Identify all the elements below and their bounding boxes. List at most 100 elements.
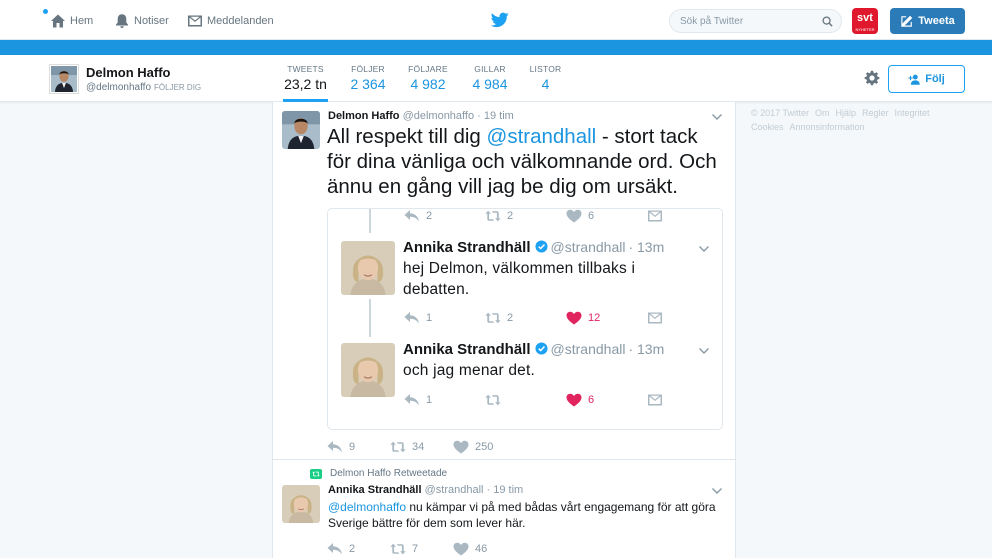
follow-button[interactable]: Följ [888, 65, 965, 93]
quoted-author-handle[interactable]: @strandhall [551, 239, 626, 255]
envelope-icon [647, 393, 663, 407]
profile-handle-line: @delmonhaffo FÖLJER DIG [86, 82, 201, 93]
message-action[interactable] [647, 209, 669, 223]
reply-icon [327, 440, 343, 454]
reply-count: 2 [349, 543, 356, 555]
quoted-author-name[interactable]: Annika Strandhäll [403, 239, 531, 256]
quoted-tweet-text: och jag menar det. [403, 362, 535, 379]
footer-link-cookies[interactable]: Cookies [751, 122, 784, 132]
retweet-action[interactable]: 2 [485, 209, 513, 223]
reply-action[interactable]: 2 [404, 209, 432, 223]
stat-following[interactable]: FÖLJER 2 364 [348, 64, 388, 92]
reply-icon [404, 209, 420, 223]
stat-followers[interactable]: FÖLJARE 4 982 [407, 64, 449, 92]
profile-handle[interactable]: @delmonhaffo [86, 82, 151, 93]
quoted-author-avatar[interactable] [341, 343, 395, 397]
stat-tweets[interactable]: TWEETS 23,2 tn [283, 64, 328, 102]
retweet-icon [390, 440, 406, 454]
author-name[interactable]: Delmon Haffo [328, 110, 400, 122]
svt-logo[interactable]: svt NYHETER [852, 8, 878, 34]
magnifier-icon[interactable] [822, 16, 833, 27]
tweet-time[interactable]: · 19 tim [487, 484, 524, 496]
nav-notifications[interactable]: Notiser [114, 13, 169, 29]
reply-count: 9 [349, 441, 356, 453]
retweet-action[interactable]: 34 [390, 440, 424, 454]
verified-badge-icon [535, 240, 548, 253]
reply-action[interactable]: 9 [327, 440, 355, 454]
tweet[interactable]: Delmon Haffo @delmonhaffo · 19 tim All r… [273, 102, 735, 460]
chevron-down-icon[interactable] [699, 348, 709, 354]
profile-navigation-bar: Delmon Haffo @delmonhaffo FÖLJER DIG TWEE… [0, 55, 992, 102]
reply-action[interactable]: 2 [327, 542, 355, 556]
search-input[interactable]: Sök på Twitter [669, 9, 842, 33]
retweet-count: 7 [412, 543, 419, 555]
heart-icon [453, 440, 469, 454]
stat-lists[interactable]: LISTOR 4 [528, 64, 563, 92]
footer-link-about[interactable]: Om [815, 108, 830, 118]
retweet-count: 34 [412, 441, 425, 453]
nav-home-label: Hem [70, 15, 94, 27]
quoted-tweet-time[interactable]: · 13m [628, 239, 664, 255]
retweet-count: 2 [507, 210, 514, 222]
timeline: Delmon Haffo @delmonhaffo · 19 tim All r… [272, 102, 736, 558]
retweet-icon [485, 393, 501, 407]
svt-logo-text: svt [857, 12, 873, 24]
retweet-action[interactable]: 7 [390, 542, 418, 556]
footer-link-help[interactable]: Hjälp [836, 108, 857, 118]
reply-action[interactable]: 1 [404, 393, 432, 407]
retweet-action[interactable] [485, 393, 507, 407]
message-action[interactable] [647, 311, 669, 325]
like-action[interactable]: 46 [453, 542, 487, 556]
nav-home[interactable]: Hem [50, 13, 93, 29]
tweet-text-start: All respekt till dig [327, 125, 487, 148]
envelope-icon [647, 209, 663, 223]
nav-messages[interactable]: Meddelanden [187, 13, 274, 29]
quoted-author-name[interactable]: Annika Strandhäll [403, 341, 531, 358]
stat-followers-label: FÖLJARE [408, 64, 448, 74]
like-action[interactable]: 6 [566, 393, 594, 407]
mention-link[interactable]: @delmonhaffo [328, 500, 406, 514]
chevron-down-icon[interactable] [712, 114, 722, 120]
footer-links: © 2017 Twitter Om Hjälp Regler Integritet Co… [751, 106, 951, 134]
twitter-bird-icon[interactable] [491, 12, 509, 28]
author-avatar[interactable] [282, 485, 320, 523]
footer-link-privacy[interactable]: Integritet [895, 108, 930, 118]
footer-link-rules[interactable]: Regler [862, 108, 889, 118]
profile-avatar[interactable] [49, 64, 79, 94]
tweet-time[interactable]: · 19 tim [477, 110, 514, 122]
tweet-button[interactable]: Tweeta [890, 8, 965, 34]
reply-count: 1 [426, 394, 433, 406]
retweet-action[interactable]: 2 [485, 311, 513, 325]
quoted-author-handle[interactable]: @strandhall [551, 341, 626, 357]
message-action[interactable] [647, 393, 669, 407]
footer-link-ads-info[interactable]: Annonsinformation [790, 122, 865, 132]
author-avatar[interactable] [282, 111, 320, 149]
quoted-tweet-time[interactable]: · 13m [628, 341, 664, 357]
gear-icon[interactable] [864, 70, 880, 86]
stat-followers-value: 4 982 [410, 76, 446, 92]
author-name[interactable]: Annika Strandhäll [328, 484, 422, 496]
stat-following-value: 2 364 [350, 76, 386, 92]
retweet-count: 2 [507, 312, 514, 324]
home-icon [51, 14, 65, 28]
thread-line [369, 209, 371, 233]
chevron-down-icon[interactable] [712, 488, 722, 494]
bell-icon [116, 14, 128, 28]
retweet-badge-icon [310, 468, 322, 479]
heart-icon [453, 542, 469, 556]
mention-link[interactable]: @strandhall [487, 125, 597, 148]
chevron-down-icon[interactable] [699, 246, 709, 252]
reply-action[interactable]: 1 [404, 311, 432, 325]
author-handle[interactable]: @delmonhaffo [403, 110, 475, 122]
retweeted-by-text[interactable]: Delmon Haffo Retweetade [330, 468, 447, 479]
stat-likes[interactable]: GILLAR 4 984 [470, 64, 510, 92]
quoted-author-avatar[interactable] [341, 241, 395, 295]
profile-name[interactable]: Delmon Haffo [86, 65, 171, 80]
top-navigation-bar: Hem Notiser Meddelanden Sök på Twitter s… [0, 0, 992, 40]
conversation-card[interactable]: 2 2 6 Annika Strandhäll @strandhall · 13m … [327, 208, 723, 430]
author-handle[interactable]: @strandhall [425, 484, 484, 496]
stat-tweets-value: 23,2 tn [284, 76, 327, 92]
like-action[interactable]: 12 [566, 311, 600, 325]
like-action[interactable]: 6 [566, 209, 594, 223]
like-action[interactable]: 250 [453, 440, 493, 454]
